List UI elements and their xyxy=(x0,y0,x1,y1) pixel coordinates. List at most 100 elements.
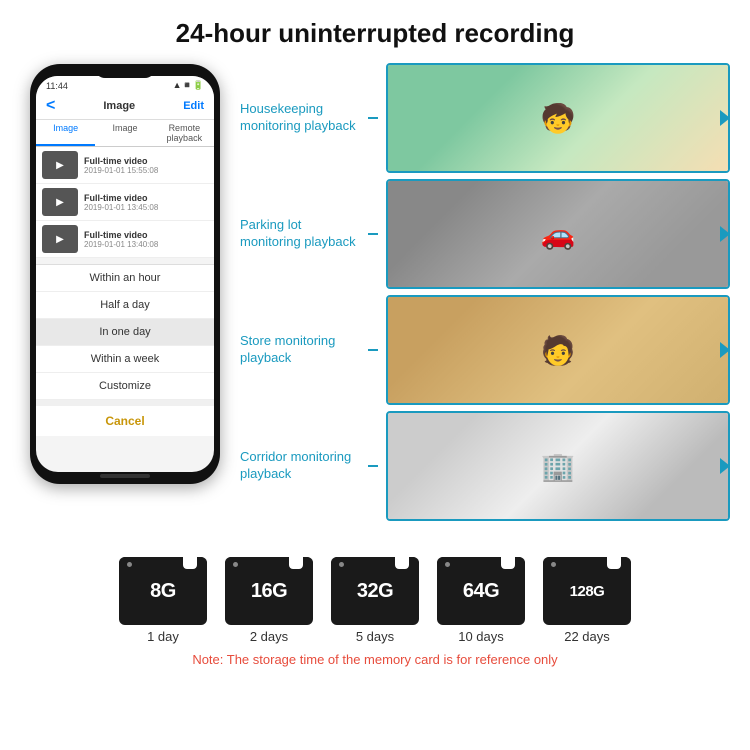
sdcard-64g: 64G xyxy=(437,557,525,625)
phone-thumb-2: ▶ xyxy=(42,188,78,216)
phone-item-date-2: 2019-01-01 13:45:08 xyxy=(84,203,208,212)
sdcard-dot-4 xyxy=(445,562,450,567)
sdcard-32g: 32G xyxy=(331,557,419,625)
sdcard-notch-4 xyxy=(501,557,515,569)
phone-back-button[interactable]: < xyxy=(46,97,55,115)
play-icon-3: ▶ xyxy=(56,234,64,245)
connector-parking xyxy=(368,233,378,235)
dropdown-item-2[interactable]: In one day xyxy=(36,319,214,346)
phone-nav-title: Image xyxy=(103,100,135,112)
phone-item-info-1: Full-time video 2019-01-01 15:55:08 xyxy=(84,156,208,175)
dropdown-item-3[interactable]: Within a week xyxy=(36,346,214,373)
phone-edit-button[interactable]: Edit xyxy=(183,100,204,112)
playback-row-parking: Parking lot monitoring playback 🚗 xyxy=(240,179,730,289)
arrow-housekeeping xyxy=(720,110,730,126)
arrow-parking xyxy=(720,226,730,242)
phone-tab-image2[interactable]: Image xyxy=(95,120,154,146)
store-image: 🧑 xyxy=(388,297,728,403)
phone-item-title-2: Full-time video xyxy=(84,193,208,203)
connector-line-2 xyxy=(368,233,378,235)
sdcard-dot-3 xyxy=(339,562,344,567)
phone-icons: ▲◾🔋 xyxy=(173,80,204,91)
phone-dropdown: Within an hour Half a day In one day Wit… xyxy=(36,264,214,436)
phone-tab-remote[interactable]: Remote playback xyxy=(155,120,214,146)
playback-img-store: 🧑 xyxy=(386,295,730,405)
sdcard-item-128g: 128G 22 days xyxy=(543,557,631,644)
sdcard-item-16g: 16G 2 days xyxy=(225,557,313,644)
housekeeping-image: 🧒 xyxy=(388,65,728,171)
sdcard-dot-2 xyxy=(233,562,238,567)
phone-video-item-1: ▶ Full-time video 2019-01-01 15:55:08 xyxy=(36,147,214,184)
playback-row-corridor: Corridor monitoring playback 🏢 xyxy=(240,411,730,521)
phone-tab-image[interactable]: Image xyxy=(36,120,95,146)
sdcard-row: 8G 1 day 16G 2 days 32G 5 days xyxy=(119,557,631,644)
playback-label-housekeeping: Housekeeping monitoring playback xyxy=(240,101,360,135)
sdcard-8g: 8G xyxy=(119,557,207,625)
sdcard-label-16g: 16G xyxy=(251,580,287,603)
phone-item-date-3: 2019-01-01 13:40:08 xyxy=(84,240,208,249)
connector-line-4 xyxy=(368,465,378,467)
playback-label-store: Store monitoring playback xyxy=(240,333,360,367)
playback-row-store: Store monitoring playback 🧑 xyxy=(240,295,730,405)
phone-thumb-3: ▶ xyxy=(42,225,78,253)
phone-time: 11:44 xyxy=(46,81,68,91)
phone-mockup: 11:44 ▲◾🔋 < Image Edit Image Image Remot… xyxy=(20,59,230,549)
arrow-corridor xyxy=(720,458,730,474)
main-content: 11:44 ▲◾🔋 < Image Edit Image Image Remot… xyxy=(0,59,750,549)
sdcard-days-32g: 5 days xyxy=(356,629,394,644)
phone-video-item-2: ▶ Full-time video 2019-01-01 13:45:08 xyxy=(36,184,214,221)
connector-housekeeping xyxy=(368,117,378,119)
page-header: 24-hour uninterrupted recording xyxy=(0,0,750,59)
play-icon-2: ▶ xyxy=(56,197,64,208)
sdcard-section: 8G 1 day 16G 2 days 32G 5 days xyxy=(0,549,750,667)
phone-notch xyxy=(95,64,155,78)
phone-item-info-2: Full-time video 2019-01-01 13:45:08 xyxy=(84,193,208,212)
parking-image: 🚗 xyxy=(388,181,728,287)
phone-status-bar: 11:44 ▲◾🔋 xyxy=(36,76,214,93)
play-icon-1: ▶ xyxy=(56,160,64,171)
playback-img-corridor: 🏢 xyxy=(386,411,730,521)
sdcard-label-8g: 8G xyxy=(150,580,176,603)
phone-navbar: < Image Edit xyxy=(36,93,214,120)
sdcard-item-32g: 32G 5 days xyxy=(331,557,419,644)
connector-corridor xyxy=(368,465,378,467)
phone-home-bar xyxy=(100,474,150,478)
playback-img-housekeeping: 🧒 xyxy=(386,63,730,173)
sdcard-days-8g: 1 day xyxy=(147,629,179,644)
connector-line-1 xyxy=(368,117,378,119)
storage-note: Note: The storage time of the memory car… xyxy=(192,652,557,667)
dropdown-item-4[interactable]: Customize xyxy=(36,373,214,400)
corridor-image: 🏢 xyxy=(388,413,728,519)
phone-device: 11:44 ▲◾🔋 < Image Edit Image Image Remot… xyxy=(30,64,220,484)
sdcard-item-64g: 64G 10 days xyxy=(437,557,525,644)
sdcard-days-128g: 22 days xyxy=(564,629,610,644)
dropdown-item-0[interactable]: Within an hour xyxy=(36,265,214,292)
phone-item-info-3: Full-time video 2019-01-01 13:40:08 xyxy=(84,230,208,249)
phone-thumb-1: ▶ xyxy=(42,151,78,179)
phone-video-item-3: ▶ Full-time video 2019-01-01 13:40:08 xyxy=(36,221,214,258)
sdcard-label-128g: 128G xyxy=(570,583,605,600)
sdcard-notch-5 xyxy=(607,557,621,569)
connector-line-3 xyxy=(368,349,378,351)
phone-item-title-3: Full-time video xyxy=(84,230,208,240)
sdcard-dot-5 xyxy=(551,562,556,567)
playback-img-parking: 🚗 xyxy=(386,179,730,289)
sdcard-days-64g: 10 days xyxy=(458,629,504,644)
dropdown-item-1[interactable]: Half a day xyxy=(36,292,214,319)
sdcard-notch-2 xyxy=(289,557,303,569)
sdcard-label-64g: 64G xyxy=(463,580,499,603)
sdcard-128g: 128G xyxy=(543,557,631,625)
phone-tabs: Image Image Remote playback xyxy=(36,120,214,147)
connector-store xyxy=(368,349,378,351)
sdcard-16g: 16G xyxy=(225,557,313,625)
page-title: 24-hour uninterrupted recording xyxy=(0,18,750,49)
playback-label-parking: Parking lot monitoring playback xyxy=(240,217,360,251)
phone-item-title-1: Full-time video xyxy=(84,156,208,166)
sdcard-dot-1 xyxy=(127,562,132,567)
dropdown-cancel-button[interactable]: Cancel xyxy=(36,400,214,436)
playback-row-housekeeping: Housekeeping monitoring playback 🧒 xyxy=(240,63,730,173)
playback-label-corridor: Corridor monitoring playback xyxy=(240,449,360,483)
arrow-store xyxy=(720,342,730,358)
sdcard-days-16g: 2 days xyxy=(250,629,288,644)
right-panel: Housekeeping monitoring playback 🧒 Parki… xyxy=(240,59,730,549)
